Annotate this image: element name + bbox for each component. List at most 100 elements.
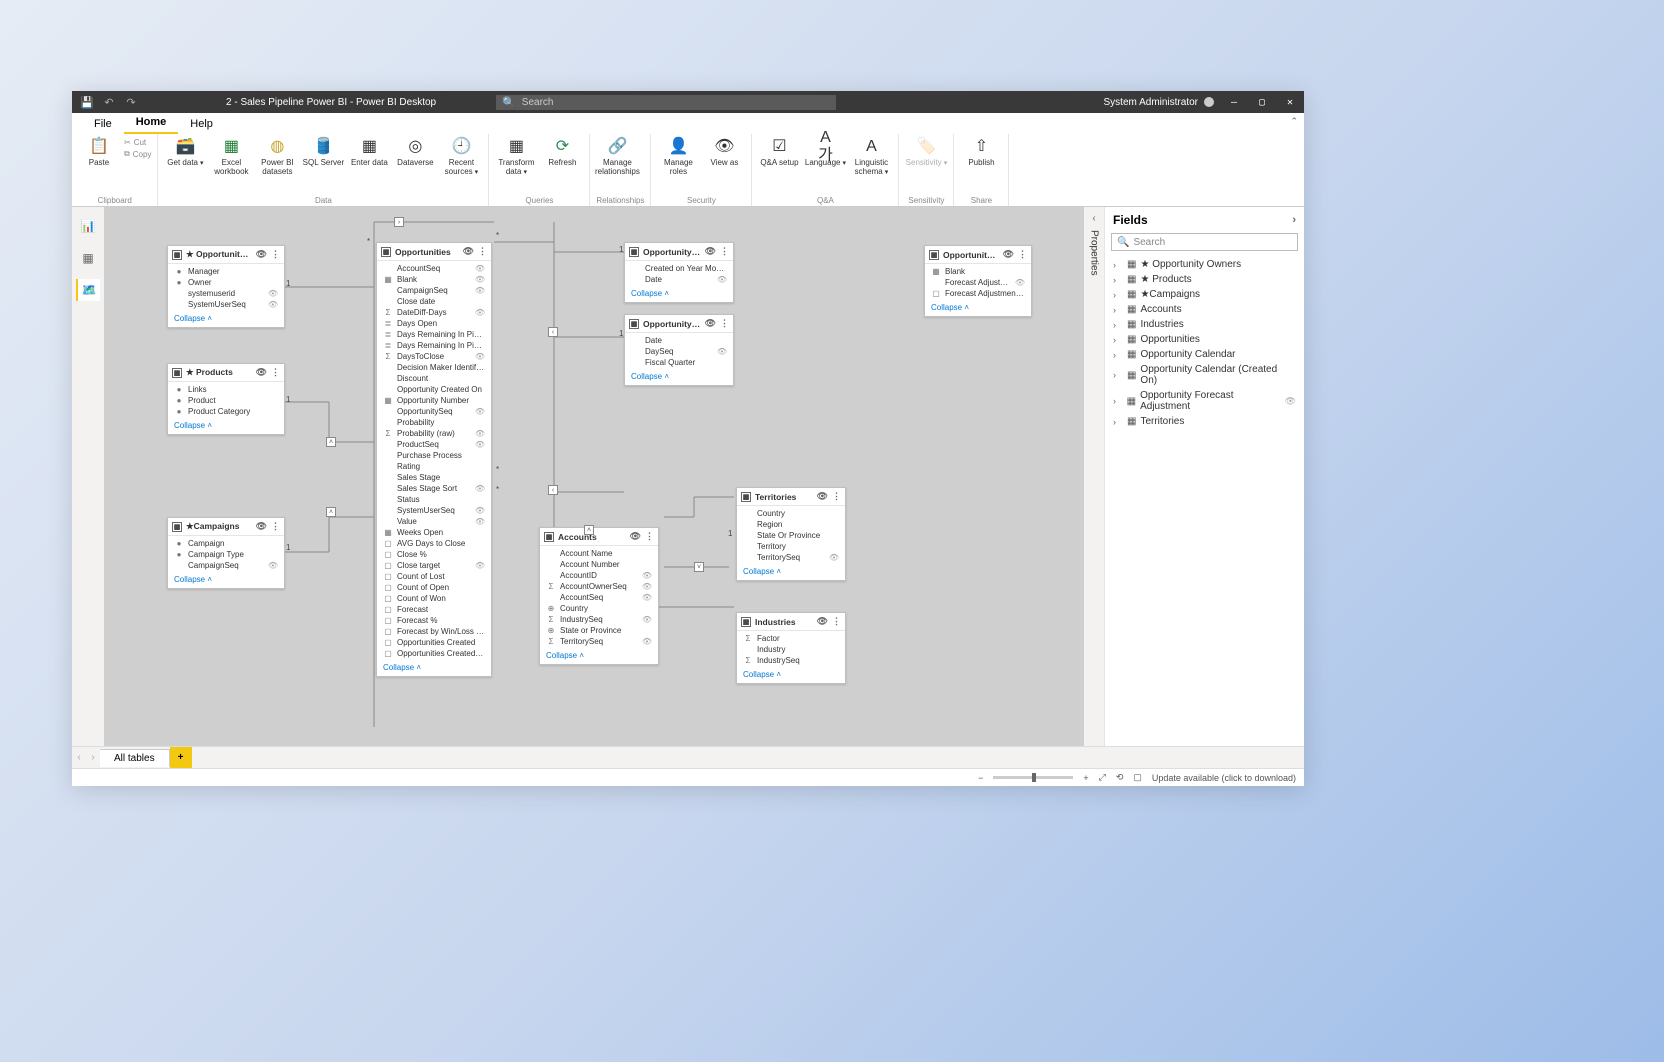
get-data-button[interactable]: 🗃️Get data: [164, 136, 206, 168]
card-campaigns[interactable]: ▦ ★Campaigns 👁 ⋮● Campaign ● Campaign Ty…: [167, 517, 285, 589]
fields-search[interactable]: 🔍 Search: [1111, 233, 1298, 251]
eye-icon[interactable]: 👁: [256, 367, 267, 378]
field-row[interactable]: ≣ Days Remaining In Pipeline: [377, 329, 491, 340]
chevron-right-icon[interactable]: ›: [1292, 214, 1296, 226]
field-row[interactable]: ⊕ Country: [540, 603, 658, 614]
tab-home[interactable]: Home: [124, 112, 179, 134]
collapse-link[interactable]: Collapse: [168, 573, 284, 588]
refresh-status-icon[interactable]: ⟲: [1116, 772, 1124, 783]
transform-button[interactable]: ▦Transform data: [495, 136, 537, 177]
data-view-button[interactable]: ▦: [76, 247, 100, 269]
field-row[interactable]: ● Product Category: [168, 406, 284, 417]
redo-icon[interactable]: ↷: [124, 95, 138, 109]
undo-icon[interactable]: ↶: [102, 95, 116, 109]
field-row[interactable]: SystemUserSeq 👁: [168, 299, 284, 310]
field-row[interactable]: TerritorySeq 👁: [737, 552, 845, 563]
more-icon[interactable]: ⋮: [720, 318, 729, 329]
collapse-link[interactable]: Collapse: [737, 668, 845, 683]
field-row[interactable]: ▦ Opportunity Number: [377, 395, 491, 406]
collapse-ribbon-icon[interactable]: ⌃: [1290, 116, 1298, 127]
field-row[interactable]: Σ TerritorySeq 👁: [540, 636, 658, 647]
field-row[interactable]: Value 👁: [377, 516, 491, 527]
field-row[interactable]: ▢ Forecast Adjustment Va…: [925, 288, 1031, 299]
field-row[interactable]: ▢ Forecast: [377, 604, 491, 615]
report-view-button[interactable]: 📊: [76, 215, 100, 237]
field-row[interactable]: ▢ Opportunities Created - MoM …: [377, 648, 491, 659]
eye-icon[interactable]: 👁: [630, 531, 641, 542]
more-icon[interactable]: ⋮: [832, 616, 841, 627]
maximize-button[interactable]: ▢: [1248, 97, 1276, 108]
zoom-slider[interactable]: [993, 776, 1073, 779]
field-row[interactable]: Industry: [737, 644, 845, 655]
field-row[interactable]: AccountSeq 👁: [540, 592, 658, 603]
fields-tree-node[interactable]: › ▦ ★ Opportunity Owners: [1109, 257, 1300, 272]
properties-pane-collapsed[interactable]: ‹ Properties: [1084, 207, 1104, 746]
zoom-in-button[interactable]: +: [1083, 773, 1088, 783]
field-row[interactable]: Σ IndustrySeq 👁: [540, 614, 658, 625]
qa-setup-button[interactable]: ☑︎Q&A setup: [758, 136, 800, 168]
field-row[interactable]: Σ AccountOwnerSeq 👁: [540, 581, 658, 592]
collapse-link[interactable]: Collapse: [925, 301, 1031, 316]
field-row[interactable]: Status: [377, 494, 491, 505]
eye-icon[interactable]: 👁: [256, 521, 267, 532]
field-row[interactable]: Date 👁: [625, 274, 733, 285]
tab-nav-next[interactable]: ›: [86, 752, 100, 763]
field-row[interactable]: Rating: [377, 461, 491, 472]
field-row[interactable]: ● Owner: [168, 277, 284, 288]
collapse-link[interactable]: Collapse: [625, 287, 733, 302]
tab-nav-prev[interactable]: ‹: [72, 752, 86, 763]
eye-icon[interactable]: 👁: [463, 246, 474, 257]
card-opp-cal-created[interactable]: ▦ Opportunity Calenda… 👁 ⋮ Created on Ye…: [624, 242, 734, 303]
field-row[interactable]: CampaignSeq 👁: [168, 560, 284, 571]
card-accounts[interactable]: ▦ Accounts 👁 ⋮ Account Name Account Numb…: [539, 527, 659, 665]
zoom-out-button[interactable]: −: [978, 773, 983, 783]
more-icon[interactable]: ⋮: [1018, 249, 1027, 260]
field-row[interactable]: ● Links: [168, 384, 284, 395]
eye-icon[interactable]: 👁: [817, 491, 828, 502]
close-button[interactable]: ✕: [1276, 97, 1304, 108]
field-row[interactable]: Σ DaysToClose 👁: [377, 351, 491, 362]
field-row[interactable]: Σ IndustrySeq: [737, 655, 845, 666]
field-row[interactable]: Date: [625, 335, 733, 346]
add-tab-button[interactable]: +: [170, 747, 192, 769]
field-row[interactable]: Opportunity Created On: [377, 384, 491, 395]
field-row[interactable]: Account Number: [540, 559, 658, 570]
fields-tree-node[interactable]: › ▦ ★ Products: [1109, 272, 1300, 287]
eye-icon[interactable]: 👁: [705, 246, 716, 257]
field-row[interactable]: ▢ AVG Days to Close: [377, 538, 491, 549]
field-row[interactable]: Sales Stage: [377, 472, 491, 483]
linguistic-button[interactable]: ALinguistic schema: [850, 136, 892, 177]
recent-sources-button[interactable]: 🕘Recent sources: [440, 136, 482, 177]
dataverse-button[interactable]: ◎Dataverse: [394, 136, 436, 168]
field-row[interactable]: Country: [737, 508, 845, 519]
field-row[interactable]: SystemUserSeq 👁: [377, 505, 491, 516]
field-row[interactable]: ▦ Blank: [925, 266, 1031, 277]
collapse-link[interactable]: Collapse: [168, 312, 284, 327]
field-row[interactable]: Close date: [377, 296, 491, 307]
field-row[interactable]: Territory: [737, 541, 845, 552]
fields-tree-node[interactable]: › ▦ Opportunities: [1109, 332, 1300, 347]
eye-icon[interactable]: 👁: [1003, 249, 1014, 260]
tab-file[interactable]: File: [82, 114, 124, 134]
field-row[interactable]: State Or Province: [737, 530, 845, 541]
field-row[interactable]: Forecast Adjustment 👁: [925, 277, 1031, 288]
field-row[interactable]: ⊕ State or Province: [540, 625, 658, 636]
titlebar-search[interactable]: 🔍 Search: [496, 95, 836, 110]
field-row[interactable]: ▢ Forecast by Win/Loss Ratio: [377, 626, 491, 637]
model-canvas[interactable]: ▦ ★ Opportunity Owners 👁 ⋮● Manager ● Ow…: [104, 207, 1084, 746]
field-row[interactable]: CampaignSeq 👁: [377, 285, 491, 296]
field-row[interactable]: DaySeq 👁: [625, 346, 733, 357]
fields-tree-node[interactable]: › ▦ Opportunity Forecast Adjustment 👁: [1109, 388, 1300, 414]
sql-button[interactable]: 🛢️SQL Server: [302, 136, 344, 168]
card-opp-calendar[interactable]: ▦ Opportunity Calendar 👁 ⋮ Date DaySeq 👁…: [624, 314, 734, 386]
fields-tree-node[interactable]: › ▦ Industries: [1109, 317, 1300, 332]
field-row[interactable]: Region: [737, 519, 845, 530]
card-products[interactable]: ▦ ★ Products 👁 ⋮● Links ● Product ● Prod…: [167, 363, 285, 435]
excel-button[interactable]: ▦Excel workbook: [210, 136, 252, 177]
more-icon[interactable]: ⋮: [271, 367, 280, 378]
manage-roles-button[interactable]: 👤Manage roles: [657, 136, 699, 177]
card-forecast-adj[interactable]: ▦ Opportunity Forecast… 👁 ⋮▦ Blank Forec…: [924, 245, 1032, 317]
field-row[interactable]: ▢ Count of Lost: [377, 571, 491, 582]
field-row[interactable]: Discount: [377, 373, 491, 384]
field-row[interactable]: Account Name: [540, 548, 658, 559]
